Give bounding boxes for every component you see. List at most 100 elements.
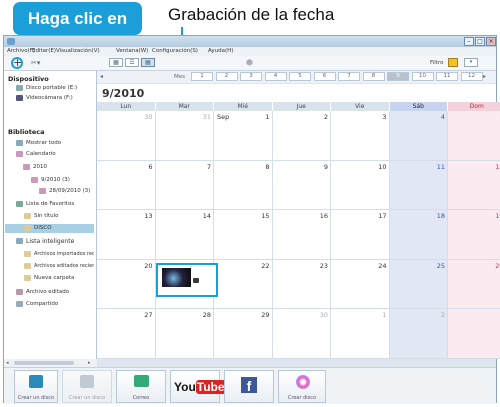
menu-help[interactable]: Ayuda(H) <box>208 48 233 54</box>
calendar-day-cell[interactable] <box>331 309 390 359</box>
month-button[interactable]: 7 <box>338 72 360 81</box>
sidebar-scrollbar[interactable]: ◂ ▸ <box>4 359 97 367</box>
menu-settings[interactable]: Configuración(S) <box>152 48 198 54</box>
month-button[interactable]: 8 <box>362 72 385 81</box>
month-button[interactable]: 2 <box>215 72 238 81</box>
folder-icon <box>24 213 31 219</box>
filter-icon[interactable] <box>448 58 458 67</box>
filter-label: Filtro <box>430 60 444 66</box>
video-camera-icon <box>193 278 199 283</box>
button-label: Crear un disco <box>17 395 55 401</box>
photos-icon <box>16 140 23 146</box>
next-month-icon[interactable]: ▸ <box>483 73 486 80</box>
day-number: 10 <box>378 162 387 171</box>
camera-icon <box>16 95 23 101</box>
view-calendar-button[interactable]: ▤ <box>141 58 155 67</box>
youtube-button[interactable]: YouTube <box>170 370 226 403</box>
calendar-day-cell[interactable] <box>214 160 273 210</box>
calendar-day-cell[interactable] <box>331 111 390 161</box>
menu-file[interactable]: Archivo(F) <box>7 48 35 54</box>
view-list-button[interactable]: ☰ <box>125 58 139 67</box>
day-number: 1 <box>265 113 270 121</box>
library-item[interactable]: Mostrar todo <box>26 140 61 146</box>
sort-dropdown[interactable]: ▾ <box>464 58 478 67</box>
calendar-day-cell[interactable] <box>97 160 156 210</box>
month-button[interactable]: 1 <box>191 72 213 81</box>
month-button[interactable]: 9 <box>387 72 409 81</box>
library-item[interactable]: Lista de Favoritos <box>26 201 74 207</box>
calendar-day-cell[interactable] <box>272 111 331 161</box>
menu-edit[interactable]: Editar(E) <box>32 48 56 54</box>
library-item[interactable]: 28/09/2010 (3) <box>49 188 90 194</box>
library-item[interactable]: Lista inteligente <box>26 238 74 245</box>
title-bar: – □ × <box>4 36 496 47</box>
library-item[interactable]: 9/2010 (3) <box>41 177 70 183</box>
folder-icon <box>24 225 31 231</box>
calendar-view: 9/2010 LunMarMiéJueVieSábDom3031Sep12345… <box>97 84 500 359</box>
maximize-button[interactable]: □ <box>475 37 485 46</box>
device-item[interactable]: Disco portable (E:) <box>26 85 77 91</box>
menu-window[interactable]: Ventana(W) <box>116 48 148 54</box>
create-disc-button-disabled[interactable]: Crear un disco <box>62 370 112 403</box>
mail-button[interactable]: Correo <box>116 370 166 403</box>
month-button[interactable]: 11 <box>436 72 458 81</box>
calendar-day-cell[interactable] <box>389 309 448 359</box>
calendar-day-cell[interactable] <box>448 111 500 161</box>
device-item[interactable]: Videocámara (F:) <box>26 95 73 101</box>
month-button[interactable]: 3 <box>240 72 262 81</box>
library-item[interactable]: Archivo editado <box>26 289 69 295</box>
video-thumbnail[interactable] <box>156 263 218 297</box>
facebook-icon: f <box>241 377 257 394</box>
month-button[interactable]: 4 <box>264 72 287 81</box>
tools-icon[interactable]: ✂▾ <box>31 59 40 67</box>
library-item[interactable]: Sin título <box>34 213 58 219</box>
scroll-thumb[interactable] <box>14 361 74 365</box>
day-number: 30 <box>144 113 153 121</box>
month-button[interactable]: 5 <box>289 72 311 81</box>
calendar-day-cell[interactable] <box>448 160 500 210</box>
day-number: 2 <box>440 311 445 319</box>
day-number: 3 <box>382 113 387 121</box>
create-disc-button[interactable]: Crear un disco <box>14 370 58 403</box>
library-item[interactable]: 2010 <box>33 164 47 170</box>
library-item[interactable]: Nueva carpeta <box>34 275 74 281</box>
calendar-day-cell[interactable] <box>155 160 214 210</box>
create-disc-button-2[interactable]: Crear disco <box>278 370 326 403</box>
calendar-day-cell[interactable] <box>448 309 500 359</box>
library-item[interactable]: Archivos editados recientemente <box>34 263 94 269</box>
minimize-button[interactable]: – <box>464 37 474 46</box>
film-disc-icon <box>29 375 43 388</box>
day-number: 15 <box>261 212 270 220</box>
calendar-day-cell[interactable] <box>389 111 448 161</box>
add-button[interactable]: + <box>11 57 23 69</box>
close-button[interactable]: × <box>486 37 496 46</box>
calendar-icon <box>16 151 23 157</box>
day-number: 29 <box>261 311 270 319</box>
day-number: Sep <box>217 113 230 121</box>
library-item[interactable]: Compartido <box>26 301 58 307</box>
share-icon <box>16 301 23 307</box>
calendar-day-cell[interactable] <box>272 160 331 210</box>
calendar-day-cell[interactable] <box>448 259 500 309</box>
library-item[interactable]: DISCO <box>34 225 52 231</box>
disk-icon <box>16 85 23 91</box>
facebook-button[interactable]: f <box>224 370 274 403</box>
month-button[interactable]: 10 <box>411 72 434 81</box>
youtube-logo: YouTube <box>174 380 226 394</box>
month-button[interactable]: 6 <box>313 72 336 81</box>
day-number: 19 <box>495 212 500 220</box>
bottom-action-bar: Crear un disco Crear un disco Correo You… <box>4 367 496 404</box>
disc-icon <box>296 375 310 389</box>
menu-view[interactable]: Visualización(V) <box>56 48 100 54</box>
burn-icon[interactable]: ⬢ <box>246 58 253 67</box>
library-item[interactable]: Calendario <box>26 151 56 157</box>
day-number: 20 <box>144 261 153 270</box>
view-grid-button[interactable]: ▦ <box>109 58 123 67</box>
prev-month-icon[interactable]: ◂ <box>100 73 103 80</box>
library-item[interactable]: Archivos importados recientemente <box>34 251 94 257</box>
month-title: 9/2010 <box>102 87 145 100</box>
month-button[interactable]: 12 <box>460 72 483 81</box>
film-disc-icon <box>80 375 94 388</box>
day-number: 12 <box>495 162 500 171</box>
calendar-day-cell[interactable] <box>448 210 500 260</box>
